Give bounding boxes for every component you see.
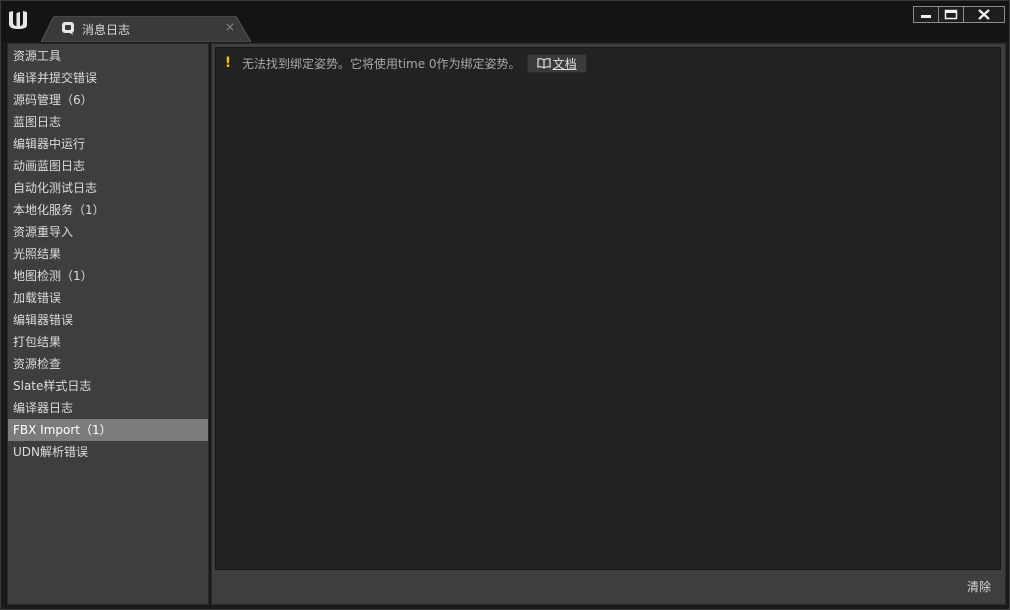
close-window-button[interactable] (964, 7, 1004, 22)
title-bar[interactable]: 消息日志 × (1, 1, 1009, 42)
documentation-button[interactable]: 文档 (526, 53, 587, 73)
category-item[interactable]: Slate样式日志 (8, 375, 208, 397)
message-text: 无法找到绑定姿势。它将使用time 0作为绑定姿势。 (242, 56, 521, 71)
category-item[interactable]: 本地化服务（1） (8, 199, 208, 221)
category-item[interactable]: 编辑器错误 (8, 309, 208, 331)
maximize-button[interactable] (939, 7, 964, 22)
message-list[interactable]: ! 无法找到绑定姿势。它将使用time 0作为绑定姿势。 文档 (215, 47, 1001, 570)
message-row[interactable]: ! 无法找到绑定姿势。它将使用time 0作为绑定姿势。 文档 (216, 53, 587, 73)
category-item[interactable]: 资源工具 (8, 45, 208, 67)
category-item[interactable]: 蓝图日志 (8, 111, 208, 133)
category-item[interactable]: 加载错误 (8, 287, 208, 309)
message-log-icon (62, 22, 74, 35)
category-item[interactable]: 资源检查 (8, 353, 208, 375)
category-list: 资源工具 编译并提交错误 源码管理（6） 蓝图日志 编辑器中运行 动画蓝图日志 … (8, 45, 208, 463)
category-panel: 资源工具 编译并提交错误 源码管理（6） 蓝图日志 编辑器中运行 动画蓝图日志 … (7, 43, 209, 605)
category-item[interactable]: 光照结果 (8, 243, 208, 265)
tab-message-log[interactable]: 消息日志 × (41, 16, 251, 42)
book-icon (536, 58, 551, 69)
tab-close-icon[interactable]: × (223, 20, 237, 34)
minimize-button[interactable] (914, 7, 939, 22)
category-item[interactable]: 源码管理（6） (8, 89, 208, 111)
category-item[interactable]: 地图检测（1） (8, 265, 208, 287)
category-item[interactable]: 动画蓝图日志 (8, 155, 208, 177)
message-panel: ! 无法找到绑定姿势。它将使用time 0作为绑定姿势。 文档 清除 (211, 43, 1006, 605)
tab-label: 消息日志 (82, 23, 131, 37)
category-item[interactable]: UDN解析错误 (8, 441, 208, 463)
window-controls (913, 6, 1005, 23)
message-log-window: 消息日志 × 资源工具 编译并提交错误 源码管理（6） 蓝图日志 编辑器中运行 … (0, 0, 1010, 610)
unreal-logo-icon (9, 11, 27, 29)
minimize-icon (921, 15, 931, 18)
clear-button[interactable]: 清除 (967, 578, 991, 595)
category-item-fbx-import[interactable]: FBX Import（1） (8, 419, 208, 441)
documentation-label: 文档 (552, 56, 577, 71)
category-item[interactable]: 自动化测试日志 (8, 177, 208, 199)
category-item[interactable]: 打包结果 (8, 331, 208, 353)
maximize-icon (944, 9, 958, 20)
warning-icon: ! (224, 55, 232, 71)
category-item[interactable]: 编辑器中运行 (8, 133, 208, 155)
category-item[interactable]: 编译器日志 (8, 397, 208, 419)
category-item[interactable]: 编译并提交错误 (8, 67, 208, 89)
close-icon (978, 9, 990, 20)
category-item[interactable]: 资源重导入 (8, 221, 208, 243)
